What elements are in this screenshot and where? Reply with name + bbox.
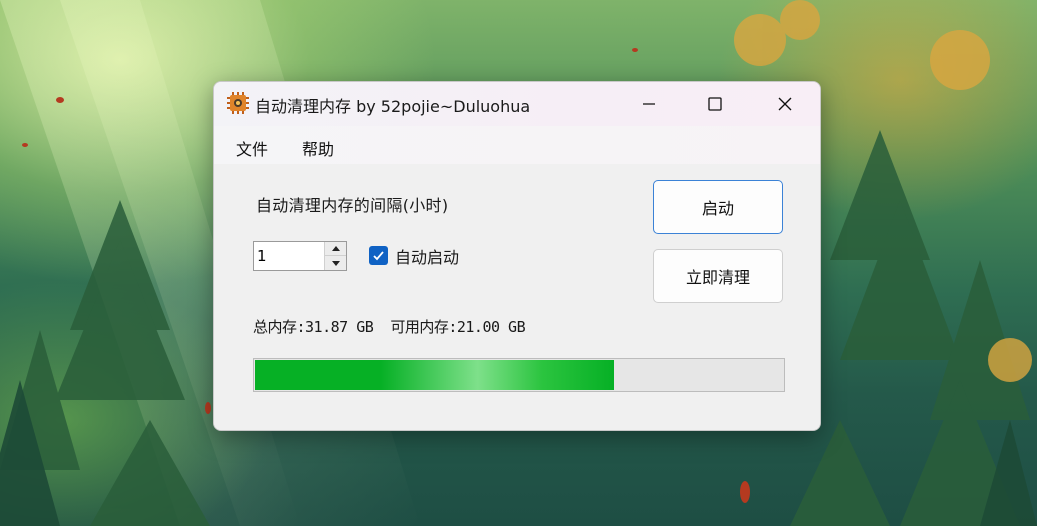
total-memory: 总内存:31.87 GB [253,318,374,336]
autostart-checkbox[interactable] [369,246,388,265]
minimize-button[interactable] [620,82,678,126]
arrow-up-icon [331,246,340,251]
maximize-button[interactable] [686,82,744,126]
check-icon [373,251,384,261]
app-icon [227,92,249,114]
spin-up-button[interactable] [325,242,346,256]
title-bar[interactable]: 自动清理内存 by 52pojie~Duluohua [214,82,820,126]
minimize-icon [643,103,655,105]
autostart-label[interactable]: 自动启动 [395,244,459,268]
arrow-down-icon [331,260,340,266]
close-button[interactable] [756,82,814,126]
memory-progress-bar [253,358,785,392]
interval-spinbox[interactable]: 1 [253,241,347,271]
spin-buttons [324,242,346,270]
maximize-icon [708,97,722,111]
app-window: 自动清理内存 by 52pojie~Duluohua 文件 帮助 自动清理内存的… [213,81,821,431]
memory-info: 总内存:31.87 GB 可用内存:21.00 GB [253,316,526,337]
menu-file[interactable]: 文件 [236,136,268,160]
progress-fill [255,360,614,390]
start-button[interactable]: 启动 [653,180,783,234]
clean-now-button[interactable]: 立即清理 [653,249,783,303]
client-area: 自动清理内存的间隔(小时) 1 自动启动 启动 立即清理 总内存:31.87 G… [214,164,820,430]
menu-help[interactable]: 帮助 [302,136,334,160]
interval-value[interactable]: 1 [257,247,267,265]
close-icon [778,97,792,111]
interval-label: 自动清理内存的间隔(小时) [256,196,449,215]
spin-down-button[interactable] [325,256,346,270]
menu-bar: 文件 帮助 [214,126,820,164]
available-memory: 可用内存:21.00 GB [390,318,526,336]
window-title: 自动清理内存 by 52pojie~Duluohua [255,97,531,116]
